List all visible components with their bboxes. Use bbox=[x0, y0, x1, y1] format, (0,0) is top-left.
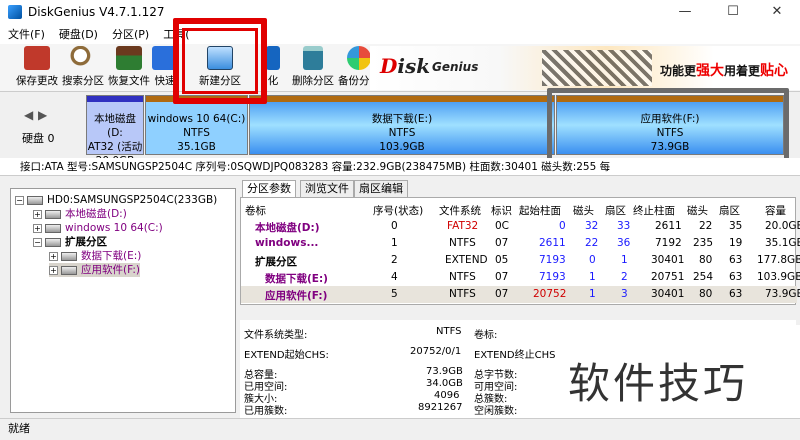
table-row[interactable]: 本地磁盘(D:) 0 FAT32 0C 0 32 33 2611 22 35 2… bbox=[241, 218, 800, 235]
window-title: DiskGenius V4.7.1.127 bbox=[28, 5, 165, 19]
expand-icon[interactable]: + bbox=[49, 265, 58, 275]
column-header[interactable]: 扇区 bbox=[719, 203, 740, 218]
disk-tree: − HD0:SAMSUNGSP2504C(233GB) + 本地磁盘(D:) + wi… bbox=[10, 188, 236, 413]
recover-files-button[interactable]: 恢复文件 bbox=[106, 46, 152, 90]
table-row[interactable]: 扩展分区 2 EXTEND 05 7193 0 1 30401 80 63 17… bbox=[241, 252, 800, 269]
expand-icon[interactable]: + bbox=[33, 209, 42, 219]
column-header[interactable]: 磁头 bbox=[573, 203, 594, 218]
disk-navigator bbox=[0, 94, 86, 156]
extended-partition-icon bbox=[45, 237, 61, 247]
disk-label: 硬盘 0 bbox=[22, 132, 55, 145]
tree-item-partition-f[interactable]: + 应用软件(F:) bbox=[49, 263, 140, 277]
tree-item-extended[interactable]: − 扩展分区 bbox=[33, 235, 107, 249]
partition-icon bbox=[61, 265, 77, 275]
disk-icon bbox=[27, 195, 43, 205]
next-disk-icon[interactable]: ▶ bbox=[38, 108, 47, 122]
tree-item-partition-d[interactable]: + 本地磁盘(D:) bbox=[33, 207, 127, 221]
delete-partition-button[interactable]: 删除分区 bbox=[290, 46, 336, 90]
highlight-frame-gray bbox=[547, 88, 789, 164]
maximize-button[interactable]: ☐ bbox=[710, 0, 756, 24]
tree-item-disk[interactable]: − HD0:SAMSUNGSP2504C(233GB) bbox=[15, 193, 217, 207]
partition-block-e[interactable]: 数据下载(E:) NTFS 103.9GB bbox=[249, 95, 555, 155]
column-header[interactable]: 磁头 bbox=[687, 203, 708, 218]
menu-partition[interactable]: 分区(P) bbox=[112, 26, 149, 42]
search-partition-button[interactable]: 搜索分区 bbox=[60, 46, 106, 90]
column-header[interactable]: 标识 bbox=[491, 203, 512, 218]
save-icon bbox=[24, 46, 50, 70]
minimize-button[interactable]: — bbox=[662, 0, 708, 24]
banner-graphic bbox=[542, 50, 652, 86]
app-window: DiskGenius V4.7.1.127 — ☐ ✕ 文件(F) 硬盘(D) … bbox=[0, 0, 800, 440]
banner-logo: Disk bbox=[380, 54, 431, 78]
prev-disk-icon[interactable]: ◀ bbox=[24, 108, 33, 122]
partition-table: 卷标 序号(状态) 文件系统 标识 起始柱面 磁头 扇区 终止柱面 磁头 扇区 … bbox=[240, 197, 800, 305]
disk-info-bar: 接口:ATA 型号:SAMSUNGSP2504C 序列号:0SQWDJPQ083… bbox=[0, 158, 800, 176]
column-header[interactable]: 起始柱面 bbox=[519, 203, 561, 218]
tree-item-partition-e[interactable]: + 数据下载(E:) bbox=[49, 249, 141, 263]
tree-item-partition-c[interactable]: + windows 10 64(C:) bbox=[33, 221, 163, 235]
partition-block-c[interactable]: windows 10 64(C:) NTFS 35.1GB bbox=[145, 95, 248, 155]
collapse-icon[interactable]: − bbox=[15, 195, 24, 205]
column-header[interactable]: 容量 bbox=[765, 203, 786, 218]
highlight-frame-red-inner bbox=[182, 28, 258, 94]
column-header[interactable]: 终止柱面 bbox=[633, 203, 675, 218]
tab-sector-editor[interactable]: 扇区编辑 bbox=[354, 180, 408, 197]
column-header[interactable]: 扇区 bbox=[605, 203, 626, 218]
tab-bar: 分区参数 浏览文件 扇区编辑 bbox=[240, 180, 800, 197]
menu-bar: 文件(F) 硬盘(D) 分区(P) 工具( bbox=[0, 24, 800, 44]
watermark-text: 软件技巧 bbox=[568, 359, 749, 408]
close-button[interactable]: ✕ bbox=[754, 0, 800, 24]
status-bar: 就绪 bbox=[0, 418, 800, 440]
partition-block-d[interactable]: 本地磁盘(D: AT32 (活动 20.0GB bbox=[86, 95, 144, 167]
app-logo-icon bbox=[8, 5, 22, 19]
expand-icon[interactable]: + bbox=[49, 251, 58, 261]
menu-file[interactable]: 文件(F) bbox=[8, 26, 45, 42]
backup-icon bbox=[347, 46, 371, 70]
column-header[interactable]: 序号(状态) bbox=[373, 203, 423, 218]
banner-slogan: 功能更强大用着更贴心 bbox=[660, 63, 789, 79]
partition-icon bbox=[45, 209, 61, 219]
search-icon bbox=[70, 46, 96, 70]
table-row[interactable]: 数据下载(E:) 4 NTFS 07 7193 1 2 20751 254 63… bbox=[241, 269, 800, 286]
format-icon bbox=[266, 46, 280, 70]
table-row-selected[interactable]: 应用软件(F:) 5 NTFS 07 20752 1 3 30401 80 63… bbox=[241, 286, 800, 303]
tab-browse-files[interactable]: 浏览文件 bbox=[300, 180, 354, 197]
collapse-icon[interactable]: − bbox=[33, 237, 42, 247]
promo-banner[interactable]: Disk Genius 功能更强大用着更贴心 bbox=[370, 46, 800, 90]
title-bar: DiskGenius V4.7.1.127 — ☐ ✕ bbox=[0, 0, 800, 24]
column-header[interactable]: 卷标 bbox=[245, 203, 266, 218]
expand-icon[interactable]: + bbox=[33, 223, 42, 233]
partition-icon bbox=[45, 223, 61, 233]
menu-disk[interactable]: 硬盘(D) bbox=[59, 26, 98, 42]
table-row[interactable]: windows... 1 NTFS 07 2611 22 36 7192 235… bbox=[241, 235, 800, 252]
recover-icon bbox=[116, 46, 142, 70]
banner-product-name: Genius bbox=[432, 60, 479, 74]
save-changes-button[interactable]: 保存更改 bbox=[14, 46, 60, 90]
column-header[interactable]: 文件系统 bbox=[439, 203, 481, 218]
partition-icon bbox=[61, 251, 77, 261]
tab-partition-params[interactable]: 分区参数 bbox=[242, 180, 296, 197]
delete-icon bbox=[303, 46, 323, 70]
